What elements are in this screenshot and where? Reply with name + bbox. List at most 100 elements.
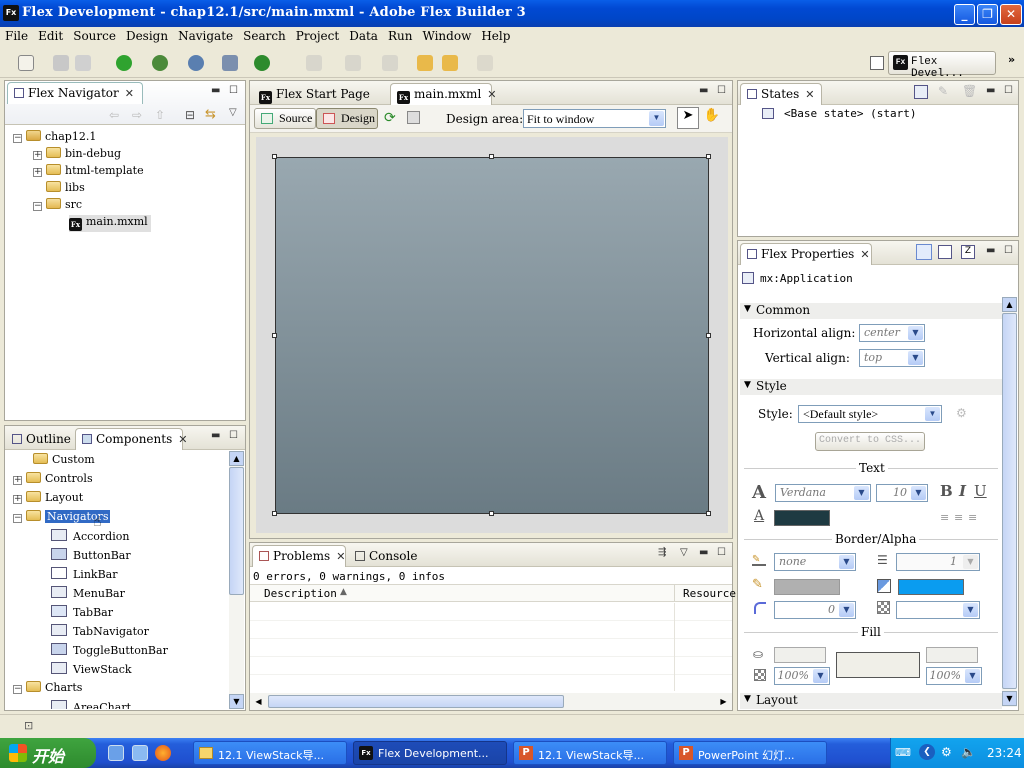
view-menu-icon[interactable]: ▽ (229, 107, 237, 118)
component-tabnavigator[interactable]: TabNavigator (51, 624, 149, 641)
select-tool-icon[interactable]: ➤ (677, 107, 699, 129)
tree-item-bin-debug[interactable]: + bin-debug (33, 147, 121, 164)
tab-flex-navigator[interactable]: Flex Navigator ✕ (7, 82, 143, 104)
menu-source[interactable]: Source (68, 27, 121, 43)
tree-folder-controls[interactable]: + Controls (13, 472, 93, 489)
menu-window[interactable]: Window (417, 27, 476, 43)
border-color-swatch[interactable] (774, 579, 840, 595)
task-powerpoint-viewstack[interactable]: P 12.1 ViewStack导... (513, 741, 667, 765)
font-size-select[interactable]: 10 ▼ (876, 484, 928, 502)
category-view-icon[interactable] (938, 245, 952, 259)
align-left-icon[interactable]: ≡ (940, 511, 949, 524)
close-icon[interactable]: ✕ (178, 433, 187, 446)
close-icon[interactable]: ✕ (860, 248, 869, 261)
minimize-icon[interactable]: ▬ (986, 245, 995, 256)
menu-help[interactable]: Help (476, 27, 515, 43)
task-folder-viewstack[interactable]: 12.1 ViewStack导... (193, 741, 347, 765)
filter-icon[interactable]: ⇶ (658, 547, 666, 558)
tree-folder-custom[interactable]: Custom (33, 453, 95, 470)
column-resource[interactable]: Resource (683, 587, 736, 600)
resize-handle[interactable] (706, 333, 711, 338)
expand-tray-icon[interactable]: ❮ (919, 744, 935, 760)
application-canvas[interactable] (275, 157, 709, 514)
valign-select[interactable]: top ▼ (859, 349, 925, 367)
run-icon[interactable] (116, 55, 132, 71)
firefox-icon[interactable] (155, 745, 171, 761)
underline-button[interactable]: U (974, 482, 987, 500)
font-family-select[interactable]: Verdana ▼ (775, 484, 871, 502)
menu-navigate[interactable]: Navigate (173, 27, 238, 43)
tab-problems[interactable]: Problems ✕ (252, 545, 346, 567)
resize-handle[interactable] (272, 154, 277, 159)
new-state-icon[interactable] (914, 85, 928, 99)
maximize-icon[interactable]: ☐ (1004, 245, 1013, 256)
last-edit-icon[interactable] (417, 55, 433, 71)
minimize-icon[interactable]: ▬ (986, 85, 995, 96)
theme-color-swatch[interactable] (898, 579, 964, 595)
component-togglebuttonbar[interactable]: ToggleButtonBar (51, 643, 168, 660)
border-style-select[interactable]: none ▼ (774, 553, 856, 571)
close-icon[interactable]: ✕ (487, 88, 496, 101)
close-icon[interactable]: ✕ (805, 88, 814, 101)
resize-handle[interactable] (706, 511, 711, 516)
volume-icon[interactable]: 🔈 (961, 745, 976, 759)
network-icon[interactable]: ⚙ (941, 745, 952, 759)
section-layout[interactable]: ▼ Layout (740, 693, 1002, 709)
more-perspectives-icon[interactable]: » (1008, 53, 1015, 66)
external-tools-icon[interactable] (254, 55, 270, 71)
resize-handle[interactable] (272, 511, 277, 516)
tab-outline[interactable]: Outline (5, 428, 78, 450)
collapse-all-icon[interactable]: ⊟ (185, 108, 195, 122)
column-description[interactable]: Description (264, 587, 337, 600)
component-buttonbar[interactable]: ButtonBar (51, 548, 131, 565)
perspective-button[interactable]: Fx Flex Devel... (888, 51, 996, 80)
tree-folder-layout[interactable]: + Layout (13, 491, 83, 508)
menu-project[interactable]: Project (291, 27, 344, 43)
standard-view-icon[interactable] (916, 244, 932, 260)
menu-run[interactable]: Run (383, 27, 418, 43)
minimize-icon[interactable]: ▬ (211, 430, 220, 441)
close-icon[interactable]: ✕ (125, 87, 134, 100)
resize-handle[interactable] (706, 154, 711, 159)
close-button[interactable]: ✕ (1000, 4, 1022, 25)
clock[interactable]: 23:24 (987, 746, 1022, 760)
menu-file[interactable]: File (0, 27, 33, 43)
source-mode-button[interactable]: Source (254, 108, 316, 129)
menu-design[interactable]: Design (121, 27, 173, 43)
tree-folder-charts[interactable]: − Charts (13, 681, 82, 698)
tree-item-project[interactable]: − chap12.1 (13, 130, 96, 147)
resize-handle[interactable] (489, 511, 494, 516)
component-accordion[interactable]: Accordion (51, 529, 129, 546)
close-icon[interactable]: ✕ (336, 550, 345, 563)
tree-item-main-mxml[interactable]: Fx main.mxml (69, 215, 151, 232)
maximize-icon[interactable]: ☐ (1004, 85, 1013, 96)
properties-scrollbar[interactable]: ▲ ▼ (1002, 297, 1017, 707)
back-icon[interactable] (442, 55, 458, 71)
tab-flex-start-page[interactable]: Fx Flex Start Page (252, 83, 377, 105)
menu-edit[interactable]: Edit (33, 27, 68, 43)
bold-button[interactable]: B (940, 482, 953, 500)
maximize-icon[interactable]: ☐ (717, 547, 726, 558)
view-menu-icon[interactable]: ▽ (680, 547, 688, 558)
components-scrollbar[interactable]: ▲ ▼ (229, 451, 244, 709)
maximize-icon[interactable]: ☐ (717, 85, 726, 96)
show-desktop-icon[interactable] (108, 745, 124, 761)
menu-data[interactable]: Data (344, 27, 383, 43)
minimize-button[interactable]: _ (954, 4, 975, 25)
component-areachart[interactable]: AreaChart (51, 700, 131, 709)
print-icon[interactable] (75, 55, 91, 71)
tab-flex-properties[interactable]: Flex Properties ✕ (740, 243, 872, 265)
fill-color-swatch-2[interactable] (926, 647, 978, 663)
problems-hscrollbar[interactable]: ◀ ▶ (250, 693, 732, 710)
export-icon[interactable] (222, 55, 238, 71)
refresh-icon[interactable]: ⟳ (384, 110, 396, 126)
section-common[interactable]: ▼ Common (740, 303, 1002, 319)
maximize-icon[interactable]: ☐ (229, 430, 238, 441)
profile-icon[interactable] (188, 55, 204, 71)
italic-button[interactable]: I (959, 482, 966, 500)
pan-tool-icon[interactable]: ✋ (701, 108, 723, 129)
design-canvas[interactable] (256, 137, 728, 533)
alpha-view-icon[interactable]: Z (961, 245, 975, 259)
tab-main-mxml[interactable]: Fx main.mxml ✕ (390, 83, 497, 105)
debug-icon[interactable] (152, 55, 168, 71)
